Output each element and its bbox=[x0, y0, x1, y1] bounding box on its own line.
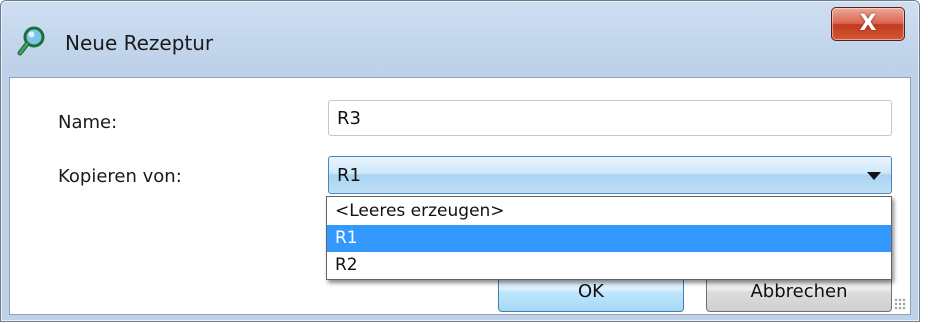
close-button[interactable]: X bbox=[831, 7, 905, 41]
dropdown-option-r2[interactable]: R2 bbox=[327, 252, 891, 279]
resize-grip-icon[interactable] bbox=[894, 298, 906, 310]
window-title: Neue Rezeptur bbox=[65, 31, 214, 55]
copy-from-select[interactable]: R1 bbox=[328, 156, 892, 194]
copy-from-label: Kopieren von: bbox=[58, 166, 182, 187]
magnifier-icon bbox=[17, 26, 47, 56]
dropdown-option-create-empty[interactable]: <Leeres erzeugen> bbox=[327, 198, 891, 225]
name-input[interactable] bbox=[328, 100, 892, 136]
name-label: Name: bbox=[58, 112, 118, 133]
chevron-down-icon[interactable] bbox=[867, 172, 881, 180]
close-icon: X bbox=[859, 11, 877, 36]
title-bar[interactable]: Neue Rezeptur X bbox=[1, 1, 919, 77]
copy-from-selected-value: R1 bbox=[337, 165, 361, 186]
dropdown-option-r1[interactable]: R1 bbox=[327, 225, 891, 252]
copy-from-dropdown-list: <Leeres erzeugen> R1 R2 bbox=[326, 196, 892, 280]
